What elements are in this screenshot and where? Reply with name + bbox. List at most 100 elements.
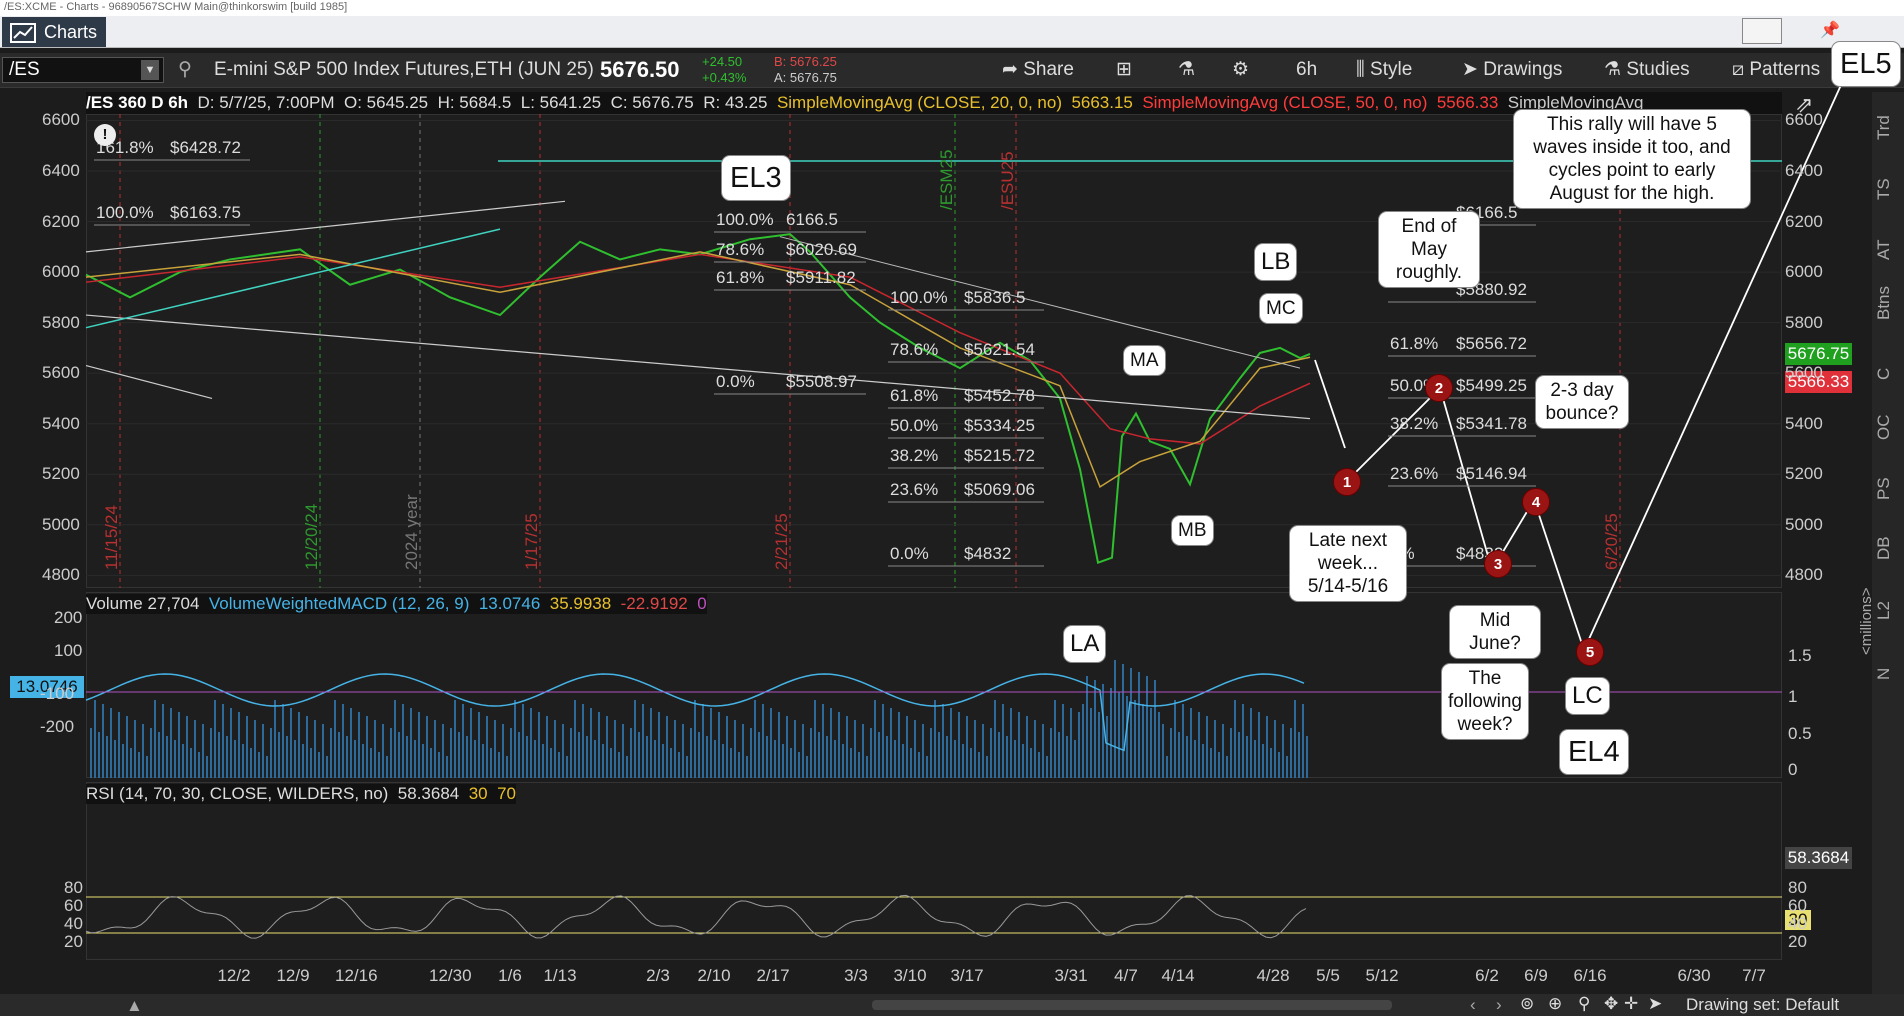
volume-bar [178,712,180,778]
note-la: LA [1064,626,1106,662]
volume-bar [634,700,636,778]
volume-bar [114,740,116,778]
volume-bar [514,700,516,778]
note-ma: MA [1124,346,1165,375]
volume-bar [142,724,144,778]
volume-bar [578,732,580,778]
fib-right-price: $5146.94 [1456,464,1527,483]
price-tick: 5000 [1785,514,1823,534]
sidebar-tab-l2[interactable]: L2 [1874,601,1894,620]
pin-icon[interactable]: 📌 [1820,20,1840,40]
pan-icon[interactable]: ✥ [1604,994,1618,1014]
fib-center-price: $5621.54 [964,340,1035,359]
volume-bar [386,756,388,778]
volume-bar [598,712,600,778]
cursor-tool-icon[interactable]: ✛ [1624,994,1638,1014]
trendline [85,200,566,253]
volume-bar [1266,716,1268,778]
volume-bar [474,740,476,778]
horizontal-scrollbar[interactable] [872,1000,1392,1010]
sidebar-tab-at[interactable]: AT [1874,240,1894,260]
zoom-icon[interactable]: ⚲ [1578,994,1590,1014]
volume-bar [830,708,832,778]
volume-bar [926,756,928,778]
volume-bar [118,712,120,778]
volume-bar [890,708,892,778]
volume-bar [466,736,468,778]
scroll-left-icon[interactable]: ‹ [1470,995,1476,1015]
sidebar-tab-ts[interactable]: TS [1874,178,1894,200]
volume-bar [198,752,200,778]
volume-bar [1122,664,1124,778]
volume-bar [650,708,652,778]
volume-bar [1286,756,1288,778]
volume-bar [1274,720,1276,778]
sidebar-tab-oc[interactable]: OC [1874,415,1894,441]
pointer-icon[interactable]: ▲ [126,996,143,1016]
rsi-tick: 20 [64,932,83,951]
volume-bar [842,744,844,778]
sidebar-tab-btns[interactable]: Btns [1874,286,1894,320]
drawing-set-label[interactable]: Drawing set: Default [1686,995,1839,1015]
price-tick-left: 6600 [42,110,80,130]
volume-bar [150,728,152,778]
sidebar-tab-ps[interactable]: PS [1874,477,1894,500]
volume-bar [518,732,520,778]
volume-bar [642,704,644,778]
sidebar-tab-c[interactable]: C [1874,368,1894,380]
volume-bar [774,740,776,778]
fib-mid-level: 0.0% [716,372,755,391]
date-tick: 12/2 [217,966,251,985]
wave-marker: 3 [1484,550,1512,578]
volume-bar [746,756,748,778]
price-tick: 5400 [1785,413,1823,433]
volume-bar [946,736,948,778]
scroll-right-icon[interactable]: › [1496,995,1502,1015]
volume-bar [250,748,252,778]
date-tick: 3/31 [1054,966,1088,985]
volume-bar [402,704,404,778]
volume-bar [750,728,752,778]
fib-center-price: $5069.06 [964,480,1035,499]
volume-bar [446,756,448,778]
sidebar-tab-db[interactable]: DB [1874,536,1894,560]
vertical-marker-label: 2/21/25 [772,513,791,570]
volume-bar [1262,744,1264,778]
volume-bar [698,732,700,778]
volume-bar [850,748,852,778]
volume-bar [874,700,876,778]
zoom-in-icon[interactable]: ⊕ [1548,994,1562,1014]
note-rally: This rally will have 5 waves inside it t… [1514,110,1750,208]
volume-bar [482,744,484,778]
volume-bar [854,720,856,778]
volume-bar [798,752,800,778]
volume-bar [1222,724,1224,778]
sidebar-tab-n[interactable]: N [1874,668,1894,680]
volume-bar [790,748,792,778]
volume-bar [758,732,760,778]
rsi-tick-right: 80 [1788,878,1807,897]
volume-bar [1218,752,1220,778]
sidebar-tab-trd[interactable]: Trd [1874,115,1894,140]
volume-bar [390,728,392,778]
fib-center-level: 23.6% [890,480,939,499]
volume-bar [702,704,704,778]
alert-icon[interactable]: ! [94,124,116,146]
volume-bar [418,712,420,778]
volume-bar [566,756,568,778]
volume-bar [982,724,984,778]
fib-center-level: 38.2% [890,446,939,465]
zoom-reset-icon[interactable]: ⊚ [1520,994,1534,1014]
window-thumbnail[interactable] [1742,18,1782,44]
volume-bar [1182,704,1184,778]
pointer-tool-icon[interactable]: ➤ [1648,994,1662,1014]
date-tick: 2/3 [646,966,670,985]
price-tick: 6400 [1785,161,1823,180]
volume-bar [1110,688,1112,778]
date-tick: 3/3 [844,966,868,985]
note-late-week: Late next week... 5/14-5/16 [1290,526,1406,601]
volume-bar [1230,728,1232,778]
volume-bar [910,748,912,778]
volume-bar [242,744,244,778]
volume-bar [1146,676,1148,778]
